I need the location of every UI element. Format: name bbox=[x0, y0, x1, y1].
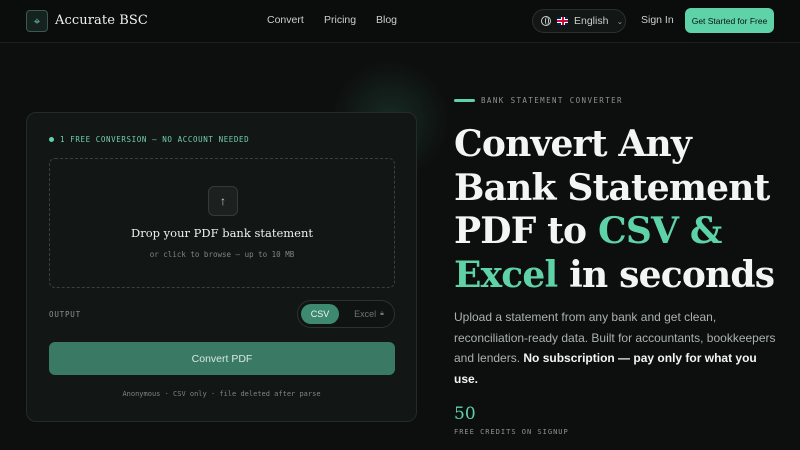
upload-arrow-icon[interactable]: ↑ bbox=[208, 186, 238, 216]
headline-part-2: in seconds bbox=[557, 253, 775, 296]
get-started-button[interactable]: Get Started for Free bbox=[685, 8, 774, 33]
converter-card: 1 FREE CONVERSION — NO ACCOUNT NEEDED ↑ … bbox=[26, 112, 417, 422]
nav-link-blog[interactable]: Blog bbox=[376, 14, 397, 26]
top-navbar: ⌖ Accurate BSC Convert Pricing Blog Engl… bbox=[0, 0, 800, 43]
status-dot-icon bbox=[49, 137, 54, 142]
hero-headline: Convert Any Bank Statement PDF to CSV & E… bbox=[454, 123, 794, 297]
eyebrow: BANK STATEMENT CONVERTER bbox=[454, 96, 623, 105]
output-label: OUTPUT bbox=[49, 310, 81, 319]
language-selector[interactable]: English ⌄ bbox=[532, 9, 626, 33]
eyebrow-text: BANK STATEMENT CONVERTER bbox=[481, 96, 623, 105]
brand-name[interactable]: Accurate BSC bbox=[55, 13, 148, 28]
nav-link-convert[interactable]: Convert bbox=[267, 14, 304, 26]
crosshair-logo-icon[interactable]: ⌖ bbox=[26, 10, 48, 32]
output-format-toggle: CSV Excel 🔒︎ bbox=[297, 300, 395, 328]
format-excel-label: Excel bbox=[354, 309, 377, 319]
nav-link-pricing[interactable]: Pricing bbox=[324, 14, 356, 26]
headline-highlight-1: CSV & bbox=[597, 210, 722, 252]
lock-icon: 🔒︎ bbox=[380, 310, 384, 317]
converter-footnote: Anonymous · CSV only · file deleted afte… bbox=[122, 390, 321, 398]
sign-in-link[interactable]: Sign In bbox=[641, 14, 674, 26]
badge-text: 1 FREE CONVERSION — NO ACCOUNT NEEDED bbox=[60, 135, 250, 144]
free-conversion-badge: 1 FREE CONVERSION — NO ACCOUNT NEEDED bbox=[49, 135, 249, 144]
free-credits-label: FREE CREDITS ON SIGNUP bbox=[454, 428, 569, 436]
free-credits-value: 50 bbox=[454, 404, 476, 424]
language-label: English bbox=[574, 15, 609, 27]
dropzone-title: Drop your PDF bank statement bbox=[130, 226, 314, 240]
uk-flag-icon bbox=[557, 17, 568, 25]
format-excel-option[interactable]: Excel 🔒︎ bbox=[346, 304, 392, 324]
pdf-dropzone[interactable]: ↑ Drop your PDF bank statement or click … bbox=[49, 158, 395, 288]
hero-description: Upload a statement from any bank and get… bbox=[454, 307, 784, 389]
chevron-down-icon: ⌄ bbox=[616, 16, 624, 26]
eyebrow-accent-bar bbox=[454, 99, 475, 102]
headline-highlight-2: Excel bbox=[454, 253, 558, 296]
format-csv-option[interactable]: CSV bbox=[301, 304, 339, 324]
convert-pdf-button[interactable]: Convert PDF bbox=[49, 342, 395, 375]
globe-icon bbox=[541, 16, 551, 26]
dropzone-subtitle: or click to browse — up to 10 MB bbox=[149, 250, 295, 259]
